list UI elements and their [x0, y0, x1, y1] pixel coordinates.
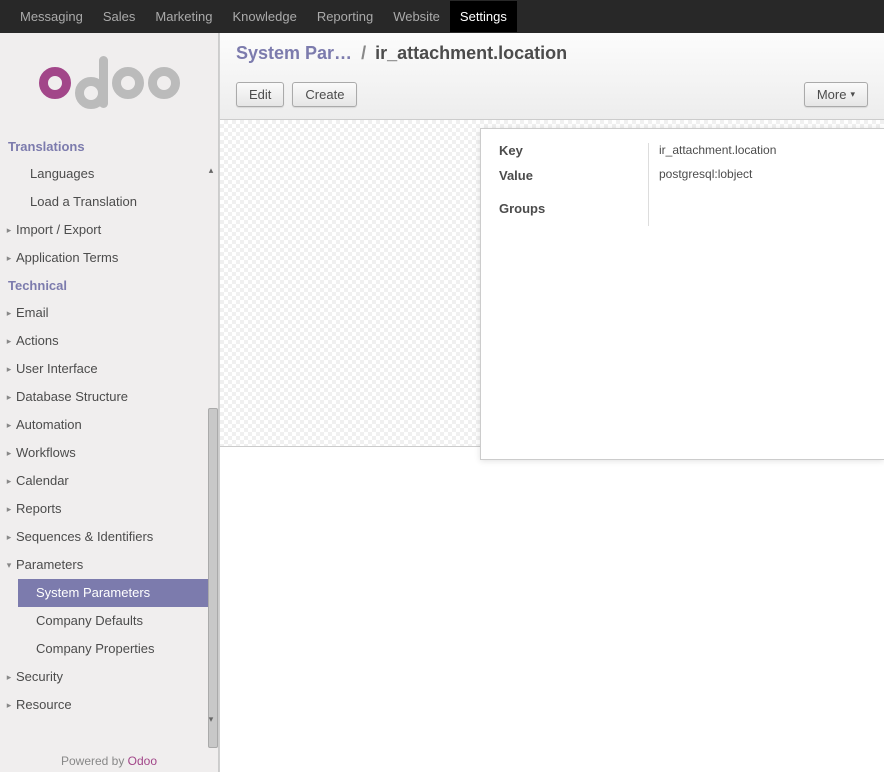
main-header: System Par… / ir_attachment.location Edi…	[220, 33, 884, 120]
sidebar-item-label: Resource	[16, 697, 72, 713]
chevron-right-icon: ▸	[4, 501, 14, 517]
chevron-right-icon: ▸	[4, 250, 14, 266]
powered-link[interactable]: Odoo	[128, 754, 157, 768]
sidebar-item-label: Sequences & Identifiers	[16, 529, 153, 545]
sidebar-item-sequences[interactable]: ▸Sequences & Identifiers	[0, 523, 218, 551]
chevron-right-icon: ▸	[4, 305, 14, 321]
sidebar-item-label: Reports	[16, 501, 62, 517]
more-label: More	[817, 87, 847, 102]
chevron-right-icon: ▸	[4, 529, 14, 545]
sidebar-item-label: Database Structure	[16, 389, 128, 405]
sidebar-item-label: Application Terms	[16, 250, 118, 266]
section-translations: Translations	[0, 133, 218, 160]
chevron-right-icon: ▸	[4, 389, 14, 405]
main: System Par… / ir_attachment.location Edi…	[219, 33, 884, 772]
form-area: Key Value Groups ir_attachment.location …	[220, 120, 884, 447]
sidebar-item-label: System Parameters	[36, 585, 150, 601]
breadcrumb-parent[interactable]: System Par…	[236, 43, 352, 63]
sidebar-item-import-export[interactable]: ▸Import / Export	[0, 216, 218, 244]
chatter-area	[220, 447, 884, 772]
chevron-right-icon: ▸	[4, 222, 14, 238]
sidebar-item-label: Company Properties	[36, 641, 155, 657]
chevron-right-icon: ▸	[4, 417, 14, 433]
sidebar-item-user-interface[interactable]: ▸User Interface	[0, 355, 218, 383]
nav-reporting[interactable]: Reporting	[307, 1, 383, 32]
sidebar-item-label: Security	[16, 669, 63, 685]
field-key-label: Key	[499, 143, 638, 158]
nav-messaging[interactable]: Messaging	[10, 1, 93, 32]
sidebar-item-company-defaults[interactable]: Company Defaults	[0, 607, 218, 635]
form-sheet: Key Value Groups ir_attachment.location …	[480, 128, 884, 460]
sidebar-item-label: User Interface	[16, 361, 98, 377]
sidebar-item-company-properties[interactable]: Company Properties	[0, 635, 218, 663]
sidebar-item-email[interactable]: ▸Email	[0, 299, 218, 327]
sidebar-item-calendar[interactable]: ▸Calendar	[0, 467, 218, 495]
sidebar-item-label: Parameters	[16, 557, 83, 573]
powered-prefix: Powered by	[61, 754, 128, 768]
chevron-down-icon: ▾	[4, 557, 14, 573]
create-button[interactable]: Create	[292, 82, 357, 107]
sidebar-item-label: Email	[16, 305, 49, 321]
nav-website[interactable]: Website	[383, 1, 450, 32]
field-key-value: ir_attachment.location	[659, 143, 776, 157]
powered-by: Powered by Odoo	[0, 748, 218, 772]
logo[interactable]	[0, 33, 218, 133]
breadcrumb-current: ir_attachment.location	[375, 43, 567, 63]
chevron-right-icon: ▸	[4, 445, 14, 461]
sidebar-item-application-terms[interactable]: ▸Application Terms	[0, 244, 218, 272]
sidebar-item-resource[interactable]: ▸Resource	[0, 691, 218, 719]
chevron-right-icon: ▸	[4, 697, 14, 713]
chevron-down-icon: ▾	[850, 89, 855, 100]
nav-sales[interactable]: Sales	[93, 1, 146, 32]
scrollbar-thumb[interactable]	[208, 408, 218, 748]
field-value-label: Value	[499, 168, 638, 183]
scroll-down-icon[interactable]: ▾	[204, 714, 218, 724]
more-dropdown[interactable]: More ▾	[804, 82, 868, 107]
sidebar-item-parameters[interactable]: ▾Parameters	[0, 551, 218, 579]
sidebar-item-label: Calendar	[16, 473, 69, 489]
breadcrumb-sep: /	[357, 43, 370, 63]
chevron-right-icon: ▸	[4, 669, 14, 685]
sidebar-item-languages[interactable]: Languages	[0, 160, 218, 188]
field-groups-label: Groups	[499, 201, 638, 216]
sidebar-item-label: Languages	[30, 166, 94, 182]
chevron-right-icon: ▸	[4, 361, 14, 377]
sidebar-item-database-structure[interactable]: ▸Database Structure	[0, 383, 218, 411]
scroll-up-icon[interactable]: ▴	[204, 165, 218, 175]
top-nav: Messaging Sales Marketing Knowledge Repo…	[0, 0, 884, 33]
sidebar-item-workflows[interactable]: ▸Workflows	[0, 439, 218, 467]
sidebar-item-actions[interactable]: ▸Actions	[0, 327, 218, 355]
chevron-right-icon: ▸	[4, 333, 14, 349]
sidebar: ▴ Translations Languages Load a Translat…	[0, 33, 219, 772]
nav-marketing[interactable]: Marketing	[145, 1, 222, 32]
sidebar-item-security[interactable]: ▸Security	[0, 663, 218, 691]
sidebar-item-load-translation[interactable]: Load a Translation	[0, 188, 218, 216]
edit-button[interactable]: Edit	[236, 82, 284, 107]
field-value-value: postgresql:lobject	[659, 167, 752, 181]
sidebar-item-label: Actions	[16, 333, 59, 349]
sidebar-item-automation[interactable]: ▸Automation	[0, 411, 218, 439]
sidebar-item-label: Load a Translation	[30, 194, 137, 210]
sidebar-item-system-parameters[interactable]: System Parameters	[18, 579, 218, 607]
nav-settings[interactable]: Settings	[450, 1, 517, 32]
breadcrumb: System Par… / ir_attachment.location	[236, 43, 868, 64]
sidebar-item-label: Workflows	[16, 445, 76, 461]
nav-knowledge[interactable]: Knowledge	[222, 1, 306, 32]
sidebar-item-label: Company Defaults	[36, 613, 143, 629]
section-technical: Technical	[0, 272, 218, 299]
sidebar-item-reports[interactable]: ▸Reports	[0, 495, 218, 523]
chevron-right-icon: ▸	[4, 473, 14, 489]
sidebar-item-label: Automation	[16, 417, 82, 433]
sidebar-item-label: Import / Export	[16, 222, 101, 238]
